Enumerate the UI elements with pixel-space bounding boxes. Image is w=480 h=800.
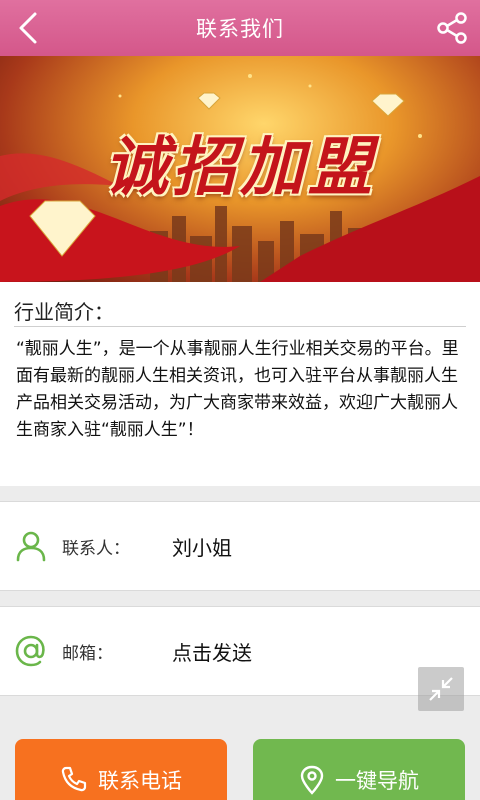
- phone-icon: [60, 765, 88, 793]
- email-label: 邮箱：: [62, 643, 113, 664]
- page-title: 联系我们: [196, 17, 284, 41]
- app-screen: 联系我们 诚招加盟 行业简介： “靓丽人生”，是一个从事靓丽人生行业相关交易的平…: [0, 0, 480, 800]
- contact-name: 刘小姐: [172, 535, 232, 560]
- at-icon: [14, 634, 48, 668]
- franchise-banner: 诚招加盟: [0, 56, 480, 282]
- share-button[interactable]: [430, 8, 474, 48]
- contact-label: 联系人：: [62, 538, 130, 559]
- top-bar: 联系我们: [0, 0, 480, 56]
- person-icon: [14, 529, 48, 563]
- industry-intro-section: 行业简介： “靓丽人生”，是一个从事靓丽人生行业相关交易的平台。里面有最新的靓丽…: [0, 282, 480, 486]
- divider: [14, 326, 466, 327]
- call-button-label: 联系电话: [98, 769, 182, 793]
- contact-person-row: 联系人： 刘小姐: [0, 501, 480, 591]
- email-row[interactable]: 邮箱： 点击发送: [0, 606, 480, 696]
- chevron-left-icon: [19, 12, 37, 44]
- intro-description: “靓丽人生”，是一个从事靓丽人生行业相关交易的平台。里面有最新的靓丽人生相关资讯…: [16, 339, 459, 440]
- back-button[interactable]: [6, 8, 50, 48]
- intro-heading: 行业简介：: [14, 300, 114, 324]
- banner-slogan: 诚招加盟: [104, 130, 376, 205]
- navigate-button-label: 一键导航: [335, 769, 419, 793]
- navigate-button[interactable]: 一键导航: [253, 739, 465, 800]
- call-button[interactable]: 联系电话: [15, 739, 227, 800]
- share-icon: [437, 12, 467, 44]
- collapse-arrows-icon: [429, 677, 453, 701]
- email-send-link[interactable]: 点击发送: [172, 637, 252, 666]
- location-pin-icon: [299, 765, 325, 795]
- collapse-button[interactable]: [418, 667, 464, 711]
